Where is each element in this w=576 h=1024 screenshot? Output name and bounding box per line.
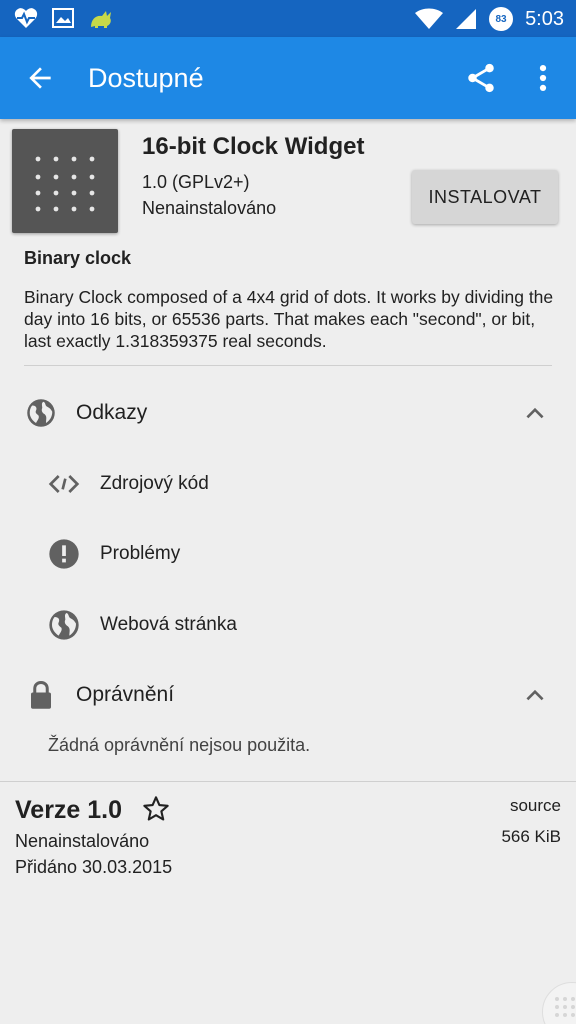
link-issues[interactable]: Problémy: [0, 524, 576, 584]
links-section-header[interactable]: Odkazy: [0, 383, 576, 443]
app-header: 16-bit Clock Widget 1.0 (GPLv2+) Nenains…: [0, 119, 576, 237]
permissions-section-header[interactable]: Oprávnění: [0, 665, 576, 725]
heart-pulse-icon: [14, 8, 38, 28]
chevron-up-icon[interactable]: [522, 682, 548, 708]
divider: [24, 365, 552, 366]
battery-level: 83: [495, 13, 507, 25]
chevron-up-icon[interactable]: [522, 400, 548, 426]
star-icon[interactable]: [142, 795, 170, 823]
grid-dots-icon: [555, 997, 575, 1017]
back-arrow-icon[interactable]: [24, 62, 56, 94]
link-label: Zdrojový kód: [100, 473, 209, 494]
alert-icon: [49, 539, 79, 569]
app-description: Binary Clock composed of a 4x4 grid of d…: [24, 287, 554, 351]
link-website[interactable]: Webová stránka: [0, 595, 576, 655]
app-name: 16-bit Clock Widget: [142, 133, 365, 160]
globe-icon: [49, 610, 79, 640]
wifi-icon: [415, 8, 444, 29]
app-icon: [12, 129, 118, 233]
version-status: Nenainstalováno: [15, 831, 150, 851]
link-label: Problémy: [100, 543, 181, 564]
app-summary: Binary clock: [24, 248, 132, 268]
link-source-code[interactable]: Zdrojový kód: [0, 454, 576, 514]
divider: [0, 781, 576, 782]
status-bar: 83 5:03: [0, 0, 576, 37]
no-permissions-text: Žádná oprávnění nejsou použita.: [48, 735, 311, 755]
link-label: Webová stránka: [100, 614, 237, 635]
battery-icon: 83: [489, 7, 514, 31]
version-title: Verze 1.0: [15, 796, 123, 824]
links-title: Odkazy: [76, 401, 148, 424]
code-icon: [48, 475, 80, 493]
signal-icon: [456, 9, 477, 29]
binary-dots-icon: [35, 156, 95, 212]
app-bar: Dostupné: [0, 37, 576, 119]
page-title: Dostupné: [88, 63, 204, 93]
more-options-icon[interactable]: [530, 61, 556, 95]
status-clock: 5:03: [525, 8, 564, 30]
image-icon: [52, 8, 74, 28]
install-button[interactable]: INSTALOVAT: [412, 170, 558, 224]
version-added-date: Přidáno 30.03.2015: [15, 857, 173, 877]
version-size: 566 KiB: [501, 827, 561, 846]
version-source: source: [509, 796, 561, 815]
share-icon[interactable]: [464, 61, 498, 95]
app-version-license: 1.0 (GPLv2+): [142, 172, 250, 192]
permissions-title: Oprávnění: [76, 683, 175, 706]
lock-icon: [31, 680, 51, 709]
floating-badge[interactable]: [542, 982, 576, 1024]
install-status: Nenainstalováno: [142, 198, 277, 218]
cat-icon: [91, 11, 111, 28]
globe-icon: [27, 399, 55, 427]
